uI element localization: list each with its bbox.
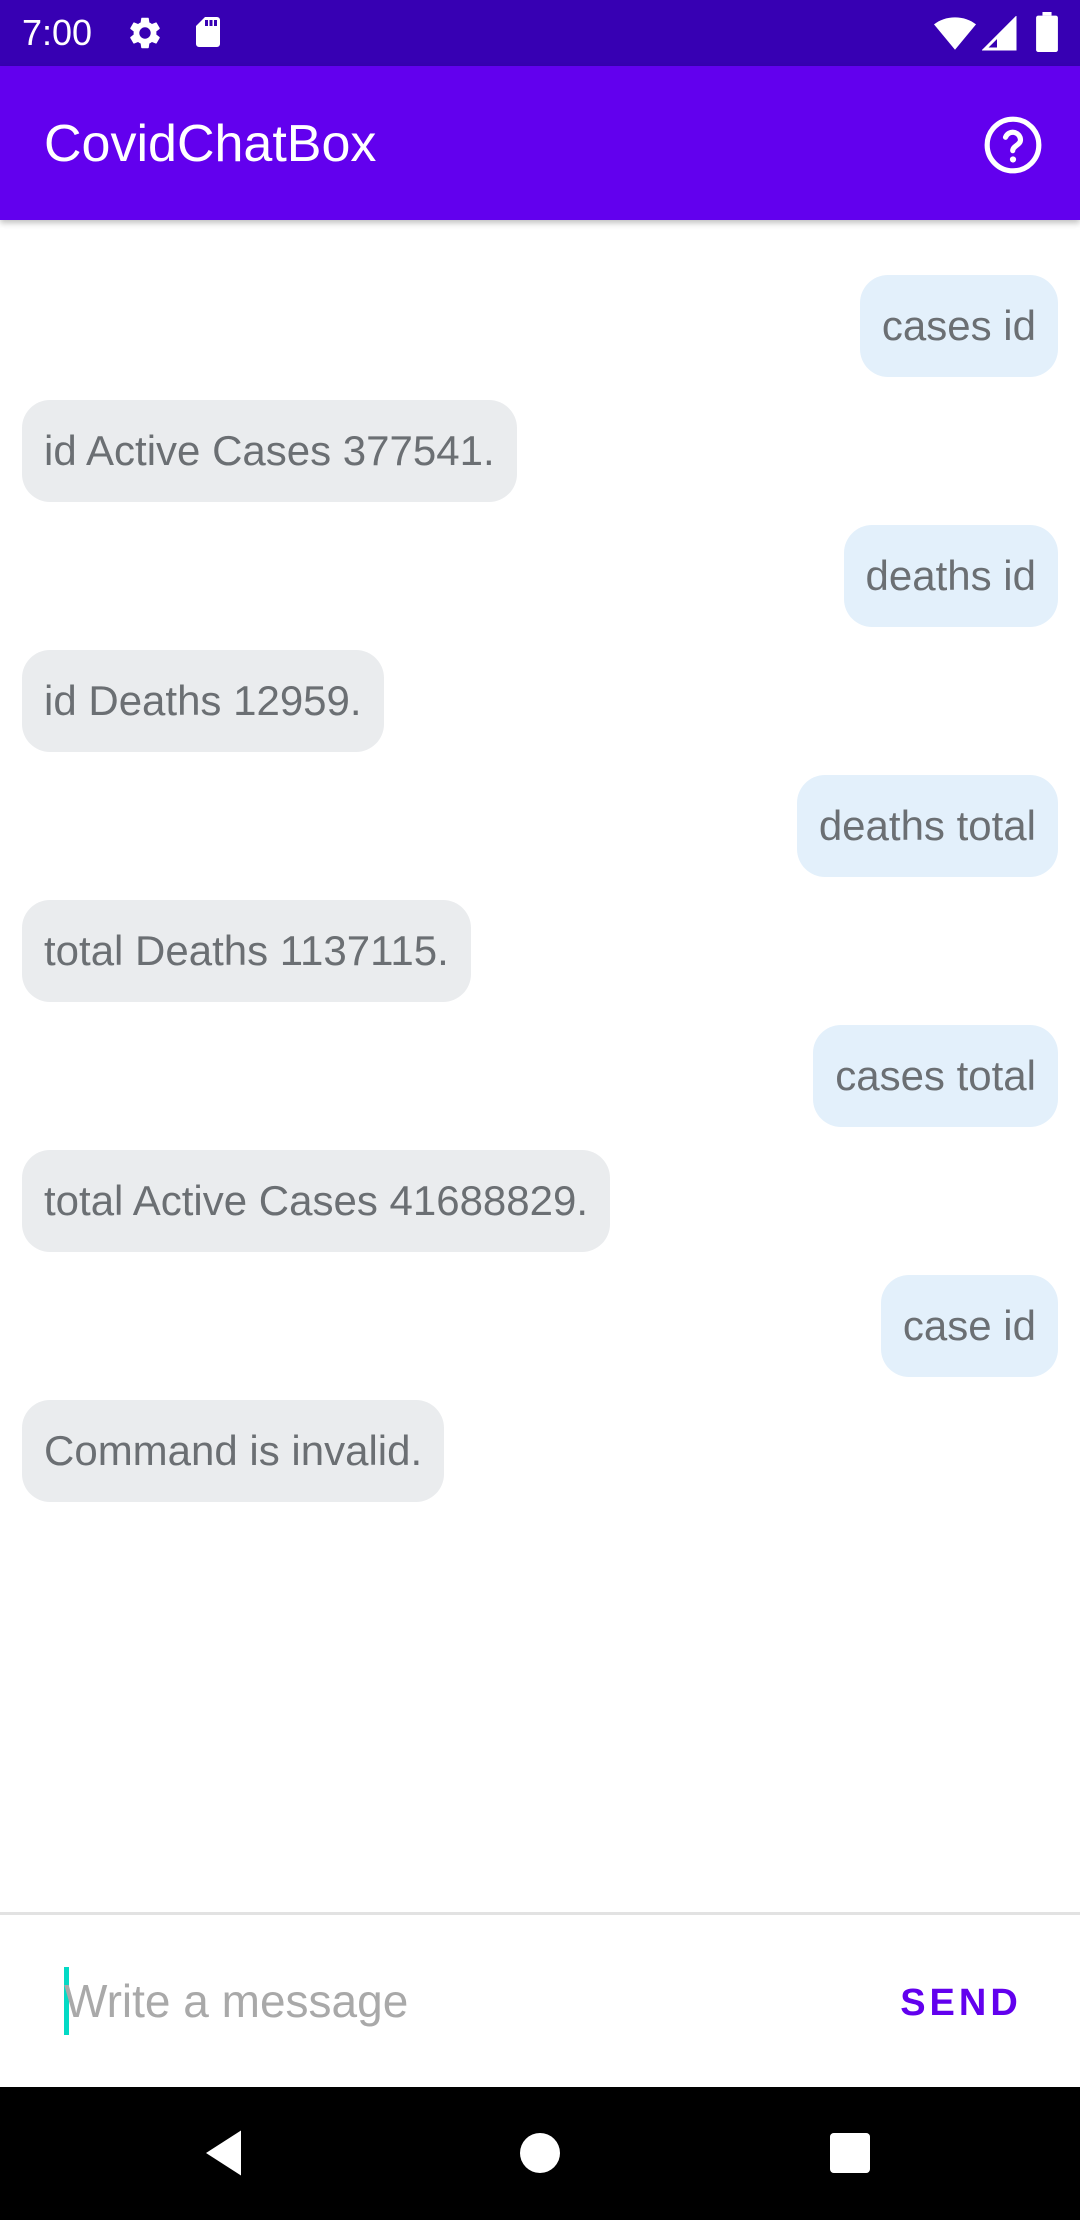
send-button[interactable]: SEND [886, 1967, 1036, 2039]
user-message: cases id [859, 275, 1058, 377]
message-list[interactable]: cases id id Active Cases 377541. deaths … [0, 220, 1080, 1912]
home-icon[interactable] [510, 2123, 570, 2188]
navigation-bar [0, 2087, 1080, 2220]
status-bar: 7:00 [0, 0, 1080, 66]
back-icon[interactable] [196, 2123, 256, 2188]
bot-message: Command is invalid. [22, 1400, 445, 1502]
help-circle-icon [984, 116, 1042, 174]
help-button[interactable] [982, 114, 1044, 176]
sd-card-icon [190, 14, 226, 55]
user-message: deaths id [843, 525, 1058, 627]
recents-icon[interactable] [820, 2123, 880, 2188]
user-message: deaths total [796, 775, 1058, 877]
user-message: cases total [813, 1025, 1058, 1127]
app-title: CovidChatBox [44, 115, 377, 173]
battery-icon [1036, 12, 1058, 57]
bot-message: id Deaths 12959. [22, 650, 384, 752]
signal-icon [981, 15, 1018, 57]
user-message: case id [880, 1275, 1058, 1377]
bot-message: id Active Cases 377541. [22, 400, 517, 502]
settings-icon [126, 14, 164, 57]
message-input[interactable] [64, 1953, 824, 2049]
app-bar: CovidChatBox [0, 66, 1080, 220]
bot-message: total Deaths 1137115. [22, 900, 471, 1002]
bot-message: total Active Cases 41688829. [22, 1150, 611, 1252]
status-time: 7:00 [22, 12, 93, 53]
wifi-icon [934, 16, 976, 57]
message-composer: SEND [0, 1912, 1080, 2087]
